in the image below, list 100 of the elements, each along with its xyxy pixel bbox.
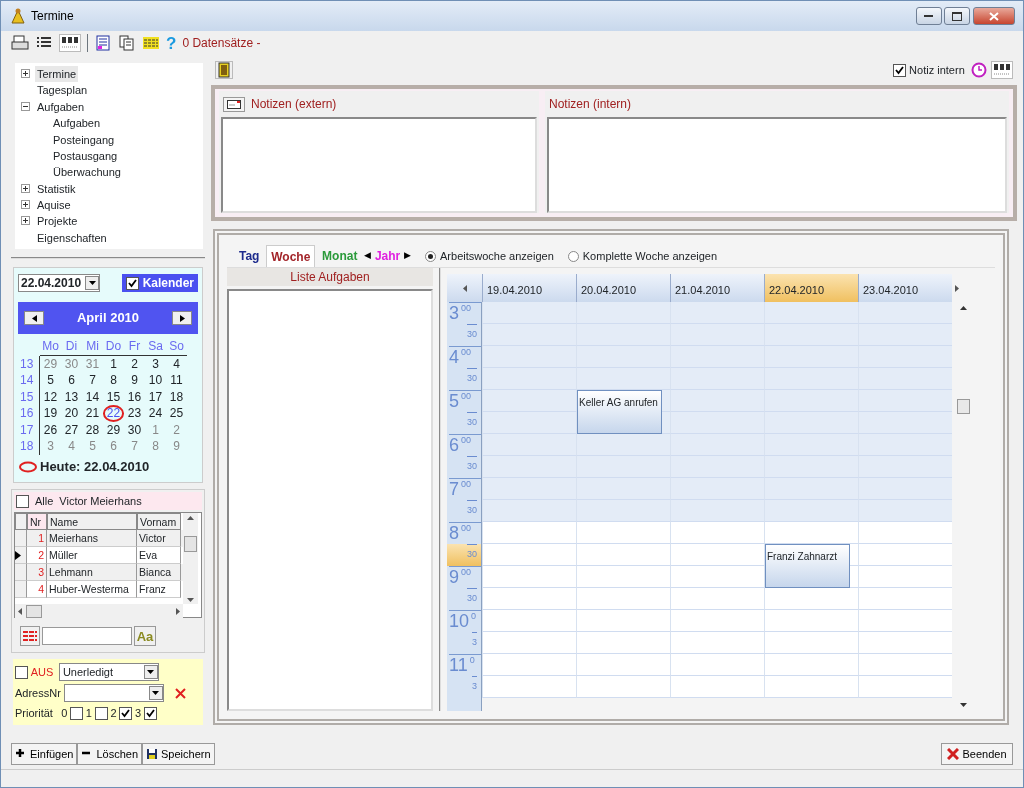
calendar-day[interactable]: 30: [124, 421, 145, 439]
day-header[interactable]: 23.04.2010: [858, 274, 952, 302]
calendar-day[interactable]: 11: [166, 372, 187, 389]
calendar-day[interactable]: 12: [40, 388, 61, 406]
door-icon[interactable]: [215, 61, 233, 79]
notes-field[interactable]: [221, 117, 537, 213]
grid-icon[interactable]: [991, 61, 1013, 79]
delete-button[interactable]: Löschen: [77, 743, 143, 765]
day-header[interactable]: 20.04.2010: [576, 274, 670, 302]
tree-item[interactable]: Eigenschaften: [35, 229, 109, 247]
scrollbar-thumb[interactable]: [184, 535, 197, 552]
calendar-checkbox[interactable]: [125, 276, 139, 290]
maximize-button[interactable]: [944, 7, 971, 25]
date-field[interactable]: 22.04.2010: [18, 274, 100, 292]
minimize-button[interactable]: [915, 7, 942, 25]
day-header[interactable]: 22.04.2010: [764, 274, 858, 302]
dropdown-icon[interactable]: [85, 276, 99, 290]
calendar-day[interactable]: 19: [40, 405, 61, 422]
calendar-day[interactable]: 21: [82, 405, 103, 422]
calendar-day[interactable]: 16: [124, 388, 145, 406]
calendar-day[interactable]: 29: [103, 421, 124, 439]
calendar-day[interactable]: 25: [166, 405, 187, 422]
off-checkbox[interactable]: [15, 665, 28, 679]
expand-icon[interactable]: [21, 183, 30, 193]
calendar-day[interactable]: 9: [124, 372, 145, 389]
day-header[interactable]: 21.04.2010: [670, 274, 764, 302]
vertical-scrollbar[interactable]: [183, 513, 198, 605]
next-button[interactable]: ▶: [404, 249, 411, 263]
previous-button[interactable]: ◀: [364, 249, 372, 263]
priority-checkbox[interactable]: [94, 706, 108, 720]
pages-icon[interactable]: [118, 34, 136, 52]
previous-month-button[interactable]: [24, 311, 44, 325]
tree-item[interactable]: Aufgaben: [51, 115, 103, 132]
view-tab[interactable]: Woche: [266, 244, 316, 268]
expand-icon[interactable]: [21, 216, 30, 226]
tree-item[interactable]: Überwachung: [51, 164, 123, 181]
calendar-day[interactable]: 10: [145, 372, 166, 389]
quit-button[interactable]: Beenden: [940, 743, 1013, 765]
appointment[interactable]: Franzi Zahnarzt: [765, 544, 850, 588]
lines-button[interactable]: [20, 626, 40, 647]
column-header[interactable]: Vornam: [137, 513, 181, 531]
radio-button[interactable]: [567, 250, 579, 262]
column-header[interactable]: Nr: [27, 513, 47, 531]
calendar-day[interactable]: 7: [82, 372, 103, 389]
save-button[interactable]: Speichern: [142, 743, 215, 765]
all-checkbox[interactable]: [16, 494, 29, 508]
calendar-day[interactable]: 6: [61, 372, 82, 389]
priority-checkbox[interactable]: [70, 706, 84, 720]
calendar-day[interactable]: 15: [103, 388, 124, 406]
calendar-day[interactable]: 3: [145, 355, 166, 373]
tree-item[interactable]: Aufgaben: [35, 98, 87, 116]
envelope-button[interactable]: [223, 96, 245, 112]
report-icon[interactable]: [94, 34, 112, 52]
calendar-day[interactable]: 26: [40, 421, 61, 439]
calendar-day[interactable]: 4: [166, 355, 187, 373]
expand-icon[interactable]: [21, 68, 30, 78]
tree-item[interactable]: Tagesplan: [35, 82, 90, 99]
expand-icon[interactable]: [21, 200, 30, 210]
grid-icon[interactable]: [59, 34, 81, 52]
printer-icon[interactable]: [11, 34, 29, 52]
scrollbar-thumb[interactable]: [956, 399, 970, 414]
add-button[interactable]: Einfügen: [11, 743, 78, 765]
calendar-day[interactable]: 1: [103, 355, 124, 373]
priority-checkbox[interactable]: [143, 706, 157, 720]
internal-note-checkbox[interactable]: [893, 63, 907, 77]
clock-icon[interactable]: [970, 61, 989, 79]
next-month-button[interactable]: [172, 311, 192, 325]
calendar-day[interactable]: 24: [145, 405, 166, 422]
calendar-day[interactable]: 20: [61, 405, 82, 422]
column-header[interactable]: Name: [47, 513, 137, 531]
row-indicator[interactable]: [15, 547, 27, 565]
calendar-day[interactable]: 5: [40, 372, 61, 389]
calendar-day[interactable]: 22: [103, 405, 124, 422]
calendar-day[interactable]: 13: [61, 388, 82, 406]
calendar-day[interactable]: 23: [124, 405, 145, 422]
notes-field[interactable]: [547, 117, 1007, 213]
calendar-day[interactable]: 27: [61, 421, 82, 439]
view-tab[interactable]: Jahr: [373, 245, 402, 267]
stripes-icon[interactable]: [142, 34, 160, 52]
collapse-icon[interactable]: [21, 101, 30, 111]
scrollbar-thumb[interactable]: [25, 605, 42, 619]
horizontal-scrollbar[interactable]: [15, 604, 183, 620]
calendar-day[interactable]: 18: [166, 388, 187, 406]
appointment[interactable]: Keller AG anrufen: [577, 390, 662, 434]
calendar-day[interactable]: 17: [145, 388, 166, 406]
day-header[interactable]: 19.04.2010: [482, 274, 576, 302]
tree-item[interactable]: Postausgang: [51, 147, 120, 165]
calendar-day[interactable]: 14: [82, 388, 103, 406]
tree-item[interactable]: Aquise: [35, 197, 73, 214]
tree-item[interactable]: Posteingang: [51, 131, 117, 148]
tree-item[interactable]: Projekte: [35, 213, 80, 230]
close-button[interactable]: [973, 7, 1015, 25]
calendar-day[interactable]: 2: [124, 355, 145, 373]
calendar-day[interactable]: 8: [103, 372, 124, 389]
tree-item[interactable]: Termine: [35, 65, 79, 83]
search-field[interactable]: [42, 627, 132, 646]
priority-checkbox[interactable]: [119, 706, 133, 720]
calendar-day[interactable]: 28: [82, 421, 103, 439]
view-tab[interactable]: Tag: [235, 245, 264, 267]
status-dropdown[interactable]: Unerledigt: [58, 663, 159, 682]
